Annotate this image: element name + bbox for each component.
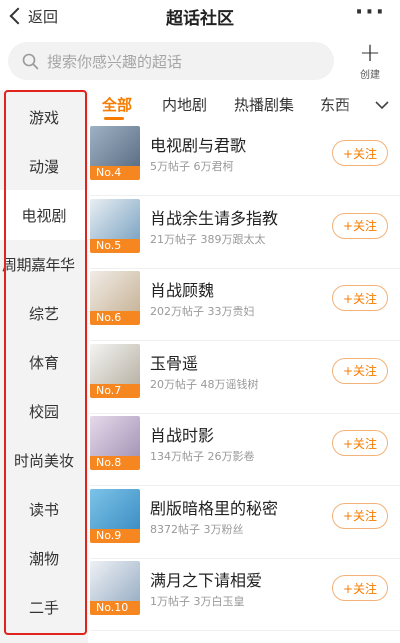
sidebar-item-fashion[interactable]: 时尚美妆 xyxy=(0,435,88,485)
sidebar-item-anime[interactable]: 动漫 xyxy=(0,141,88,191)
cover-art xyxy=(90,343,140,384)
sidebar-item-games[interactable]: 游戏 xyxy=(0,92,88,142)
sidebar-item-variety[interactable]: 综艺 xyxy=(0,288,88,338)
tab-all[interactable]: 全部 xyxy=(102,94,132,115)
rank-badge: No.6 xyxy=(90,311,140,325)
follow-button[interactable]: +关注 xyxy=(332,285,388,311)
search-input[interactable]: 搜索你感兴趣的超话 xyxy=(8,42,334,80)
follow-button[interactable]: +关注 xyxy=(332,575,388,601)
rank-badge: No.4 xyxy=(90,166,140,180)
topic-name: 电视剧与君歌 xyxy=(150,136,247,155)
topic-name: 玉骨遥 xyxy=(150,353,199,373)
topic-cover-image: No.8 xyxy=(90,416,140,470)
follow-button[interactable]: +关注 xyxy=(332,140,388,166)
topic-stats: 134万帖子 26万影卷 xyxy=(150,450,255,463)
rank-badge: No.5 xyxy=(90,238,140,253)
topic-stats: 20万帖子 48万谣钱树 xyxy=(150,377,259,391)
topic-stats: 202万帖子 33万贵妇 xyxy=(150,305,255,318)
tab-mainland-drama[interactable]: 内地剧 xyxy=(162,94,207,115)
topic-stats: 1万帖子 3万白玉皇 xyxy=(150,595,245,608)
sidebar-item-secondhand[interactable]: 二手 xyxy=(0,582,88,632)
top-bar: 返回 超话社区 ··· xyxy=(0,0,400,32)
active-tab-indicator xyxy=(104,117,124,120)
create-label: 创建 xyxy=(360,70,380,81)
topic-stats: 5万帖子 6万君柯 xyxy=(150,160,234,173)
tab-hot-series[interactable]: 热播剧集 xyxy=(234,94,294,115)
topic-cover-image: No.4 xyxy=(90,126,140,180)
cover-art xyxy=(90,488,140,529)
topic-cover-image: No.10 xyxy=(90,561,140,615)
topic-name: 肖战顾魏 xyxy=(150,281,215,300)
rank-badge: No.7 xyxy=(90,383,140,398)
cover-art xyxy=(90,561,140,601)
expand-tabs-button[interactable] xyxy=(364,88,400,122)
topic-cover-image: No.9 xyxy=(90,488,140,543)
follow-button[interactable]: +关注 xyxy=(332,502,388,529)
chevron-down-icon xyxy=(375,100,389,109)
topic-name: 剧版暗格里的秘密 xyxy=(150,498,279,518)
sidebar-item-books[interactable]: 读书 xyxy=(0,484,88,534)
topic-name: 肖战时影 xyxy=(150,426,215,445)
list-item[interactable]: No.6 肖战顾魏 202万帖子 33万贵妇 +关注 xyxy=(90,269,400,341)
follow-button[interactable]: +关注 xyxy=(332,357,388,384)
topic-name: 肖战余生请多指教 xyxy=(150,208,279,228)
cover-art xyxy=(90,198,140,239)
topic-cover-image: No.6 xyxy=(90,271,140,325)
cover-art xyxy=(90,416,140,456)
more-icon[interactable]: ··· xyxy=(355,0,386,25)
follow-button[interactable]: +关注 xyxy=(332,212,388,239)
sidebar-item-carnival[interactable]: 周期嘉年华 xyxy=(0,239,88,289)
page-title: 超话社区 xyxy=(166,9,234,29)
rank-badge: No.9 xyxy=(90,528,140,543)
search-placeholder: 搜索你感兴趣的超话 xyxy=(47,52,183,71)
sidebar-item-tv-drama[interactable]: 电视剧 xyxy=(0,190,88,240)
sub-category-tabs: 全部 内地剧 热播剧集 东西 xyxy=(90,88,400,122)
sidebar-item-trends[interactable]: 潮物 xyxy=(0,533,88,583)
sidebar-item-sports[interactable]: 体育 xyxy=(0,337,88,387)
category-sidebar: 游戏 动漫 电视剧 周期嘉年华 综艺 体育 校园 时尚美妆 读书 潮物 二手 xyxy=(0,90,88,643)
topic-cover-image: No.7 xyxy=(90,343,140,398)
rank-badge: No.8 xyxy=(90,456,140,470)
search-row: 搜索你感兴趣的超话 + 创建 xyxy=(0,38,400,88)
list-item[interactable]: No.10 满月之下请相爱 1万帖子 3万白玉皇 +关注 xyxy=(90,559,400,631)
cover-art xyxy=(90,271,140,311)
sidebar-item-campus[interactable]: 校园 xyxy=(0,386,88,436)
create-button[interactable]: + 创建 xyxy=(350,40,390,81)
topic-stats: 8372帖子 3万粉丝 xyxy=(150,522,244,536)
search-icon xyxy=(22,53,39,69)
topic-cover-image: No.5 xyxy=(90,198,140,253)
list-item[interactable]: No.9 剧版暗格里的秘密 8372帖子 3万粉丝 +关注 xyxy=(90,487,400,559)
rank-badge: No.10 xyxy=(90,601,140,615)
topic-stats: 21万帖子 389万跟太太 xyxy=(150,232,266,246)
follow-button[interactable]: +关注 xyxy=(332,430,388,456)
list-item[interactable]: No.7 玉骨遥 20万帖子 48万谣钱树 +关注 xyxy=(90,342,400,414)
list-item[interactable]: No.5 肖战余生请多指教 21万帖子 389万跟太太 +关注 xyxy=(90,197,400,269)
topic-name: 满月之下请相爱 xyxy=(150,571,263,590)
list-item[interactable]: No.8 肖战时影 134万帖子 26万影卷 +关注 xyxy=(90,414,400,486)
cover-art xyxy=(90,126,140,166)
list-item[interactable]: No.4 电视剧与君歌 5万帖子 6万君柯 +关注 xyxy=(90,124,400,196)
plus-icon: + xyxy=(359,38,381,68)
